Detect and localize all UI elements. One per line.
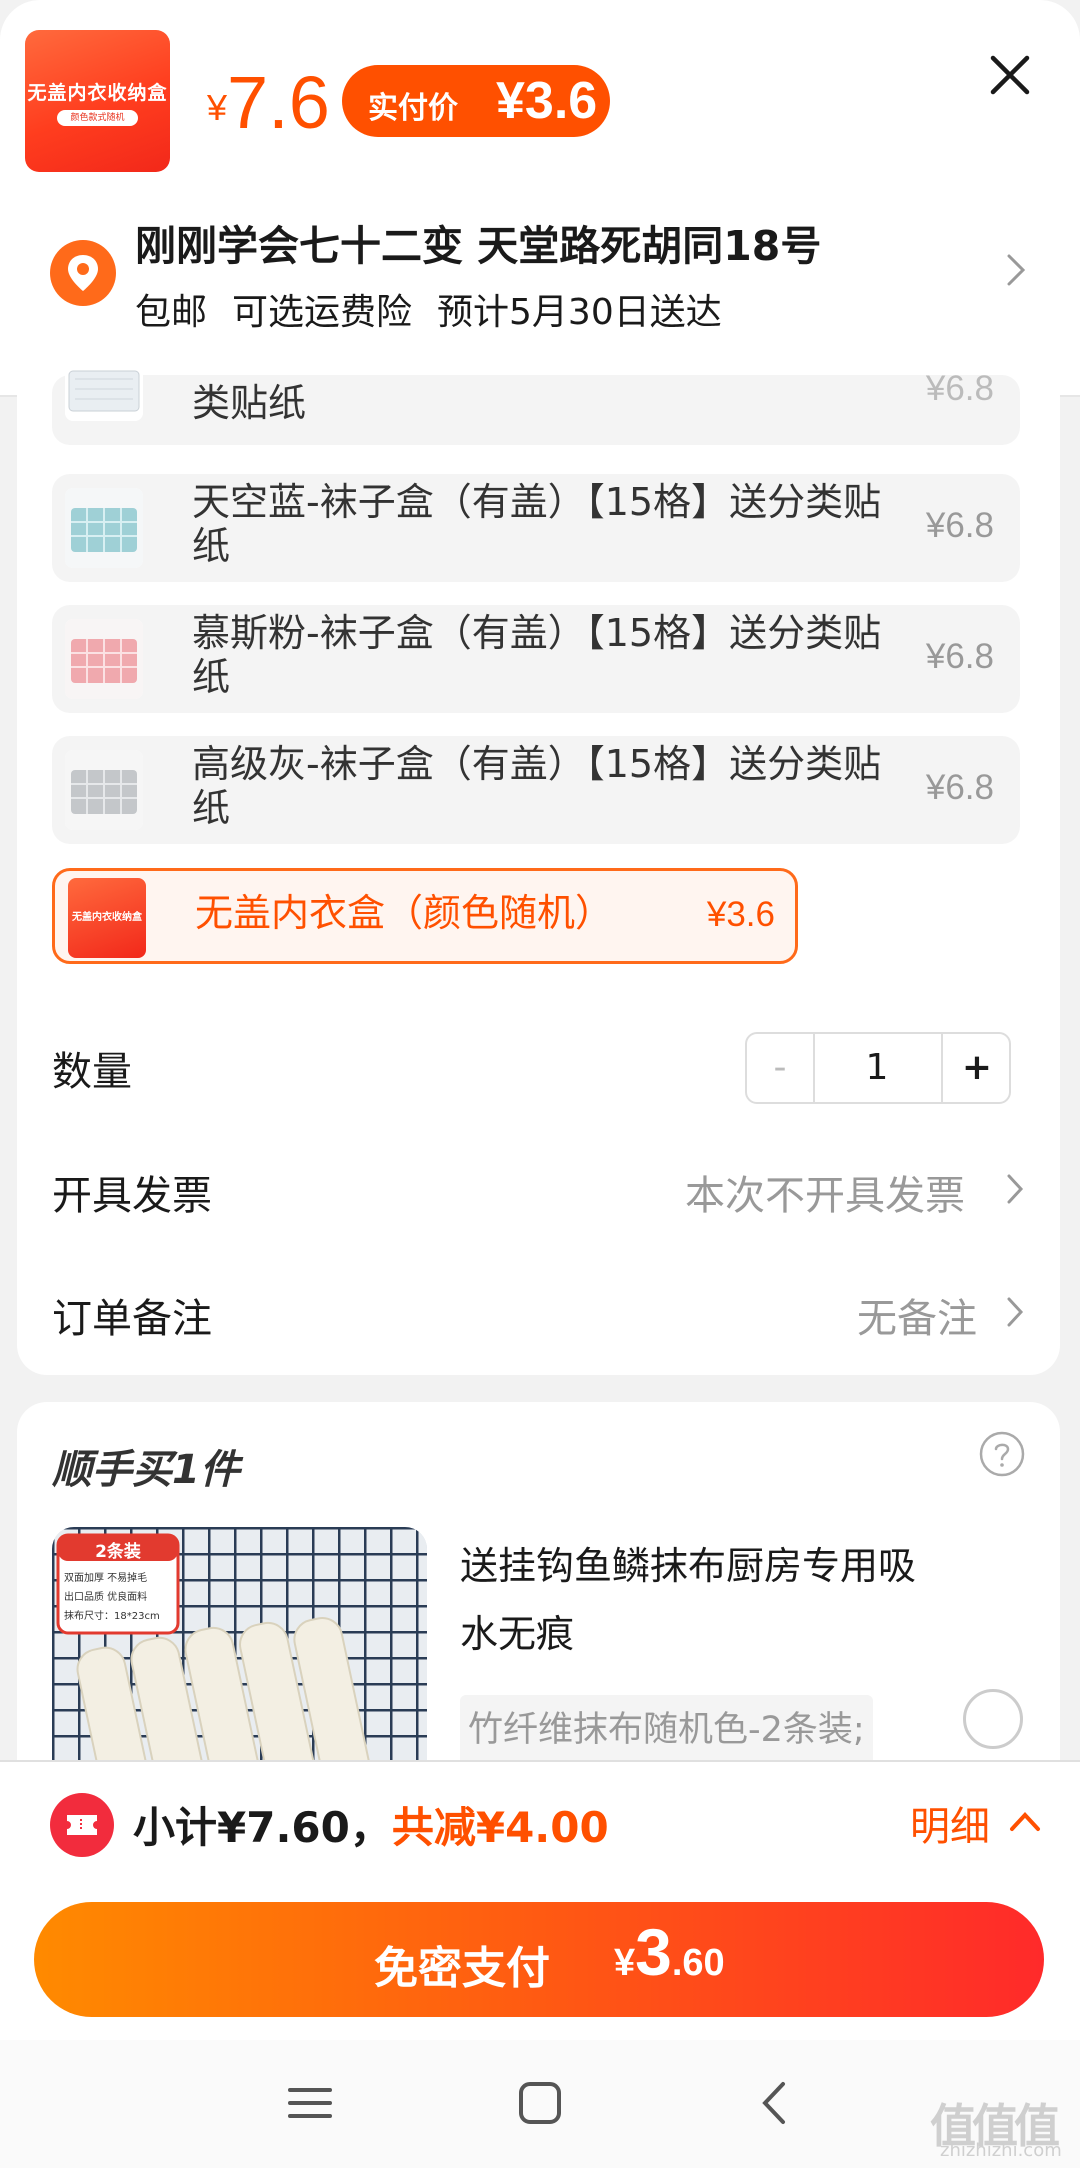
- delivery-address[interactable]: 刚刚学会七十二变 天堂路死胡同18号: [135, 212, 821, 272]
- chevron-right-icon[interactable]: [1003, 250, 1031, 290]
- addon-product-name[interactable]: 送挂钩鱼鳞抹布厨房专用吸水无痕: [460, 1532, 920, 1668]
- shipping-insurance[interactable]: 可选运费险: [232, 292, 412, 333]
- checkout-sheet: 无盖内衣收纳盒 颜色款式随机 ¥7.6 实付价 ¥3.6 刚刚学会七十二变 天堂…: [0, 0, 1080, 2170]
- variant-option[interactable]: 慕斯粉-袜子盒（有盖）【15格】送分类贴纸 ¥6.8: [52, 605, 1020, 713]
- variant-option[interactable]: 天空蓝-袜子盒（有盖）【15格】送分类贴纸 ¥6.8: [52, 474, 1020, 582]
- variant-thumbnail: [65, 365, 143, 421]
- order-note-label: 订单备注: [52, 1296, 212, 1342]
- variant-price: ¥6.8: [925, 768, 994, 807]
- quantity-label: 数量: [52, 1049, 132, 1095]
- chevron-right-icon[interactable]: [1005, 1171, 1027, 1207]
- pay-button-amount: ¥3.60: [614, 1914, 725, 1990]
- shipping-free: 包邮: [135, 292, 208, 333]
- pay-integer: 3: [635, 1915, 672, 1989]
- variant-option[interactable]: 高级灰-袜子盒（有盖）【15格】送分类贴纸 ¥6.8: [52, 736, 1020, 844]
- invoice-value[interactable]: 本次不开具发票: [685, 1163, 965, 1221]
- location-pin-icon: [50, 240, 116, 306]
- variant-thumbnail: [65, 619, 143, 699]
- order-note-value[interactable]: 无备注: [857, 1286, 977, 1344]
- quantity-minus-button[interactable]: -: [747, 1034, 815, 1102]
- header: 无盖内衣收纳盒 颜色款式随机 ¥7.6 实付价 ¥3.6 刚刚学会七十二变 天堂…: [0, 0, 1080, 397]
- chevron-up-icon[interactable]: [1008, 1809, 1042, 1833]
- quantity-stepper[interactable]: - 1 +: [745, 1032, 1011, 1104]
- badge-line: 抹布尺寸：18*23cm: [64, 1611, 160, 1622]
- price-value: 7.6: [227, 61, 330, 144]
- pay-decimal: .60: [671, 1942, 725, 1984]
- pay-button-label: 免密支付: [374, 1943, 550, 1994]
- help-icon[interactable]: [978, 1430, 1026, 1478]
- variant-option[interactable]: 类贴纸 ¥6.8: [52, 365, 1020, 445]
- addon-title: 顺手买1件: [52, 1447, 240, 1493]
- quantity-plus-button[interactable]: +: [941, 1034, 1011, 1102]
- variant-option-selected[interactable]: 无盖内衣收纳盒 无盖内衣盒（颜色随机） ¥3.6: [52, 868, 798, 964]
- addon-badge: 2条装: [95, 1542, 141, 1562]
- chevron-right-icon[interactable]: [1005, 1294, 1027, 1330]
- variant-name: 高级灰-袜子盒（有盖）【15格】送分类贴纸: [192, 742, 882, 830]
- addon-card: 顺手买1件 2条装 双面加厚 不易掉毛 出口品质 优良面料 抹布尺寸：18*23…: [17, 1402, 1060, 1802]
- shipping-info: 包邮 可选运费险 预计5月30日送达: [135, 283, 747, 335]
- back-icon[interactable]: [745, 2078, 805, 2128]
- coupon-icon: [50, 1793, 114, 1857]
- system-nav-bar: [0, 2040, 1080, 2168]
- badge-line: 出口品质 优良面料: [64, 1592, 148, 1603]
- addon-badge-lines: 双面加厚 不易掉毛 出口品质 优良面料 抹布尺寸：18*23cm: [64, 1569, 176, 1626]
- subtotal-value: 小计¥7.60，: [133, 1803, 392, 1852]
- paid-price-badge: 实付价 ¥3.6: [342, 65, 610, 137]
- watermark-url: zhizhizhi.com: [940, 2140, 1062, 2161]
- variant-name: 类贴纸: [192, 381, 307, 425]
- order-options-card: 类贴纸 ¥6.8 天空蓝-袜子盒（有盖）【15格】送分类贴纸 ¥6.8 慕斯粉-…: [17, 365, 1060, 1375]
- paid-value: ¥3.6: [496, 72, 598, 130]
- addon-select-radio[interactable]: [963, 1689, 1023, 1749]
- discount-value: 共减¥4.00: [391, 1803, 609, 1852]
- product-price: ¥7.6: [207, 60, 330, 145]
- badge-line: 双面加厚 不易掉毛: [64, 1573, 148, 1584]
- thumbnail-subtitle: 颜色款式随机: [57, 110, 138, 126]
- variant-price: ¥6.8: [925, 506, 994, 545]
- variant-price: ¥6.8: [925, 369, 994, 408]
- addon-sku[interactable]: 竹纤维抹布随机色-2条装;: [460, 1695, 873, 1765]
- variant-thumbnail: [65, 750, 143, 830]
- subtotal-text: 小计¥7.60，共减¥4.00: [133, 1794, 609, 1855]
- detail-link[interactable]: 明细: [910, 1794, 990, 1852]
- quantity-value[interactable]: 1: [815, 1034, 939, 1102]
- variant-thumbnail: 无盖内衣收纳盒: [68, 878, 146, 958]
- price-symbol: ¥: [207, 87, 228, 128]
- variant-name: 天空蓝-袜子盒（有盖）【15格】送分类贴纸: [192, 480, 882, 568]
- variant-name: 慕斯粉-袜子盒（有盖）【15格】送分类贴纸: [192, 611, 882, 699]
- variant-price: ¥3.6: [706, 895, 775, 934]
- recent-apps-icon[interactable]: [280, 2078, 340, 2128]
- thumbnail-title: 无盖内衣收纳盒: [27, 82, 168, 104]
- variant-thumbnail-text: 无盖内衣收纳盒: [72, 912, 142, 923]
- product-thumbnail: 无盖内衣收纳盒 颜色款式随机: [25, 30, 170, 172]
- pay-symbol: ¥: [614, 1942, 636, 1984]
- variant-name: 无盖内衣盒（颜色随机）: [195, 891, 614, 935]
- variant-thumbnail: [65, 488, 143, 568]
- close-icon[interactable]: [985, 50, 1035, 100]
- paid-label: 实付价: [368, 91, 458, 126]
- invoice-label: 开具发票: [52, 1173, 212, 1219]
- home-icon[interactable]: [510, 2078, 570, 2128]
- variant-price: ¥6.8: [925, 637, 994, 676]
- shipping-eta: 预计5月30日送达: [437, 292, 722, 333]
- pay-button[interactable]: 免密支付 ¥3.60: [34, 1902, 1044, 2017]
